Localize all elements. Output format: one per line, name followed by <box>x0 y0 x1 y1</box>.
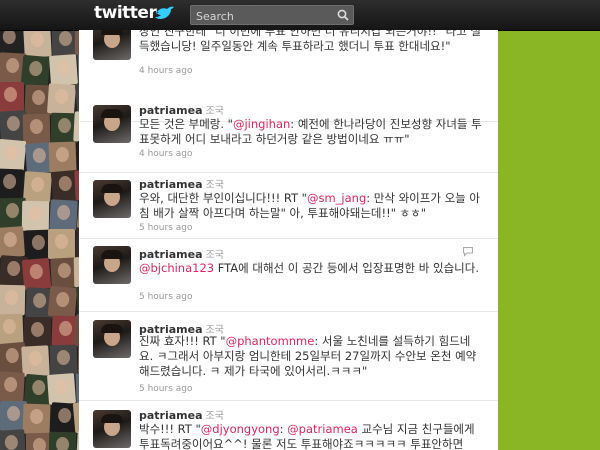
collage-photo <box>21 257 52 291</box>
tweet-timestamp[interactable]: 5 hours ago <box>139 292 193 302</box>
collage-photo <box>46 373 77 405</box>
tweet-username[interactable]: patriamea <box>139 104 203 117</box>
twitter-logo[interactable]: twitter <box>94 3 157 23</box>
tweet-timestamp[interactable]: 4 hours ago <box>139 66 193 76</box>
collage-photo <box>21 345 50 377</box>
tweet-header: patriamea 조국 <box>139 407 224 422</box>
mention-link[interactable]: @bjchina123 <box>139 261 214 275</box>
collage-photo <box>48 54 79 86</box>
tweet-header: patriamea 조국 <box>139 102 224 117</box>
collage-photo <box>22 403 51 435</box>
collage-photo <box>22 171 53 203</box>
collage-photo <box>0 313 24 345</box>
collage-photo <box>0 168 24 200</box>
tweet-fullname: 조국 <box>205 250 224 261</box>
avatar[interactable] <box>93 105 131 143</box>
avatar[interactable] <box>93 320 131 358</box>
collage-photo <box>0 82 24 112</box>
tweet-text-segment: 모든 것은 부메랑. " <box>139 117 233 131</box>
tweet-text: 장인 친구한테 "너 이번에 투표 안하면 더 유리지갑 되는거야!!" 라고 … <box>139 30 484 54</box>
collage-photo <box>49 344 78 376</box>
top-bar: twitter <box>0 0 600 31</box>
collage-photo <box>22 113 51 145</box>
avatar[interactable] <box>93 30 131 60</box>
collage-photo <box>48 431 77 450</box>
tweet-text: @bjchina123 FTA에 대해선 이 공간 등에서 입장표명한 바 있습… <box>139 261 484 276</box>
collage-photo <box>0 226 26 258</box>
mention-link[interactable]: @jingihan <box>233 117 290 131</box>
collage-photo <box>0 30 24 55</box>
tweet-item: patriamea 조국 우와, 대단한 부인이십니다!!! RT "@sm_ja… <box>79 172 498 239</box>
mention-link[interactable]: @djyongyong <box>201 422 280 436</box>
background-photo-collage <box>0 30 79 450</box>
tweet-username[interactable]: patriamea <box>139 248 203 261</box>
reply-icon[interactable] <box>462 246 474 257</box>
tweet-text-segment: 장인 친구한테 "너 이번에 투표 안하면 더 유리지갑 되는거야!!" 라고 … <box>139 30 482 53</box>
collage-photo <box>46 83 77 115</box>
tweet-username[interactable]: patriamea <box>139 409 203 422</box>
tweet-header: patriamea 조국 <box>139 176 224 191</box>
tweet-fullname: 조국 <box>205 180 224 191</box>
collage-photo <box>21 200 50 232</box>
tweet-text-segment: FTA에 대해선 이 공간 등에서 입장표명한 바 있습니다. <box>214 261 480 275</box>
tweet-item: patriamea 조국 모든 것은 부메랑. "@jingihan: 예전에 한… <box>79 97 498 173</box>
tweet-text: 우와, 대단한 부인이십니다!!! RT "@sm_jang: 만삭 와이프가 … <box>139 191 484 221</box>
mention-link[interactable]: @sm_jang <box>307 191 366 205</box>
mention-link[interactable]: @phantomnme <box>226 334 315 348</box>
search-icon[interactable] <box>337 9 349 21</box>
collage-photo <box>20 54 51 88</box>
tweet-text: 박수!!! RT "@djyongyong: @patriamea 교수님 지금… <box>139 422 484 450</box>
tweet-fullname: 조국 <box>205 106 224 117</box>
collage-photo <box>24 317 51 347</box>
avatar[interactable] <box>93 180 131 218</box>
tweet-timestamp[interactable]: 5 hours ago <box>139 223 193 233</box>
search-input[interactable] <box>191 6 331 24</box>
avatar[interactable] <box>93 246 131 284</box>
collage-photo <box>23 30 52 58</box>
collage-photo <box>49 199 78 231</box>
collage-photo <box>47 285 78 319</box>
collage-photo <box>0 284 26 316</box>
tweet-item: patriamea 조국 @bjchina123 FTA에 대해선 이 공간 등에… <box>79 238 498 312</box>
tweet-username[interactable]: patriamea <box>139 178 203 191</box>
twitter-bird-icon <box>155 6 174 20</box>
tweet-text-segment: 우와, 대단한 부인이십니다!!! RT " <box>139 191 307 205</box>
collage-photo <box>0 429 26 450</box>
tweet-text: 모든 것은 부메랑. "@jingihan: 예전에 한나라당이 진보성향 자녀… <box>139 117 484 147</box>
collage-photo <box>0 371 25 403</box>
tweet-item: patriamea 조국 박수!!! RT "@djyongyong: @patr… <box>79 400 498 450</box>
collage-photo <box>48 141 77 173</box>
mention-link[interactable]: @patriamea <box>287 422 358 436</box>
tweet-text: 진짜 효자!!! RT "@phantomnme: 서울 노친네를 설득하기 힘… <box>139 334 484 379</box>
tweet-timestamp[interactable]: 5 hours ago <box>139 384 193 394</box>
tweet-timeline: 장인 친구한테 "너 이번에 투표 안하면 더 유리지갑 되는거야!!" 라고 … <box>79 30 498 450</box>
avatar[interactable] <box>93 410 131 448</box>
collage-photo <box>48 229 75 259</box>
tweet-timestamp[interactable]: 4 hours ago <box>139 149 193 159</box>
search-box <box>190 5 354 25</box>
tweet-fullname: 조국 <box>205 411 224 422</box>
tweet-item: patriamea 조국 진짜 효자!!! RT "@phantomnme: 서울… <box>79 311 498 401</box>
tweet-header: patriamea 조국 <box>139 246 224 261</box>
tweet-text-segment: 박수!!! RT " <box>139 422 201 436</box>
collage-photo <box>0 138 27 172</box>
tweet-text-segment: 진짜 효자!!! RT " <box>139 334 226 348</box>
sidebar-green-panel <box>498 30 600 450</box>
